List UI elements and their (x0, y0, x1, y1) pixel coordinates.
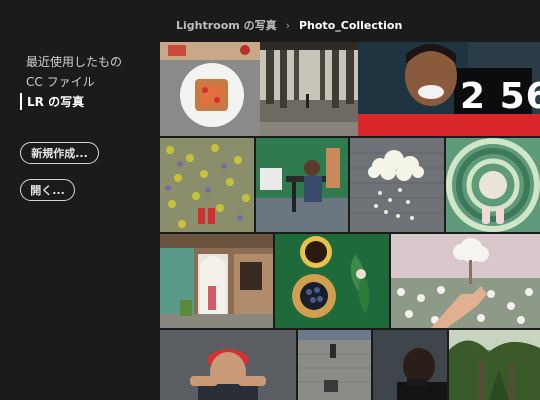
sidebar: 最近使用したもの CC ファイル LR の写真 新規作成... 開く... (0, 0, 160, 400)
sidebar-item-recent[interactable]: 最近使用したもの (26, 53, 122, 70)
photo-trees[interactable] (449, 330, 540, 400)
photo-coffee-flatlay[interactable] (275, 234, 389, 328)
chevron-right-icon: › (285, 18, 290, 32)
photo-man-clock[interactable]: 2 56 (358, 42, 540, 136)
photo-flower-ground[interactable] (160, 138, 254, 232)
photo-man-dark[interactable] (373, 330, 447, 400)
clock-digits: 2 56 (460, 76, 540, 117)
photo-woman-portrait[interactable] (160, 330, 296, 400)
breadcrumb-parent[interactable]: Lightroom の写真 (176, 17, 277, 33)
photo-cotton-field[interactable] (391, 234, 540, 328)
sidebar-item-cc-files[interactable]: CC ファイル (26, 73, 95, 90)
photo-sewing-room[interactable] (256, 138, 348, 232)
photo-pier[interactable] (260, 42, 358, 136)
photo-waffle[interactable] (160, 42, 260, 136)
new-button[interactable]: 新規作成... (20, 142, 99, 164)
breadcrumb: Lightroom の写真 › Photo_Collection (176, 17, 402, 33)
breadcrumb-current: Photo_Collection (298, 18, 403, 32)
sidebar-item-lr-photos[interactable]: LR の写真 (20, 93, 84, 110)
photo-street-doorway[interactable] (160, 234, 273, 328)
photo-grid: 2 56 (160, 42, 540, 400)
photo-wall-man[interactable] (298, 330, 371, 400)
photo-leaf-spiral[interactable] (446, 138, 540, 232)
open-button[interactable]: 開く... (20, 179, 75, 201)
photo-rain-cloud[interactable] (350, 138, 444, 232)
